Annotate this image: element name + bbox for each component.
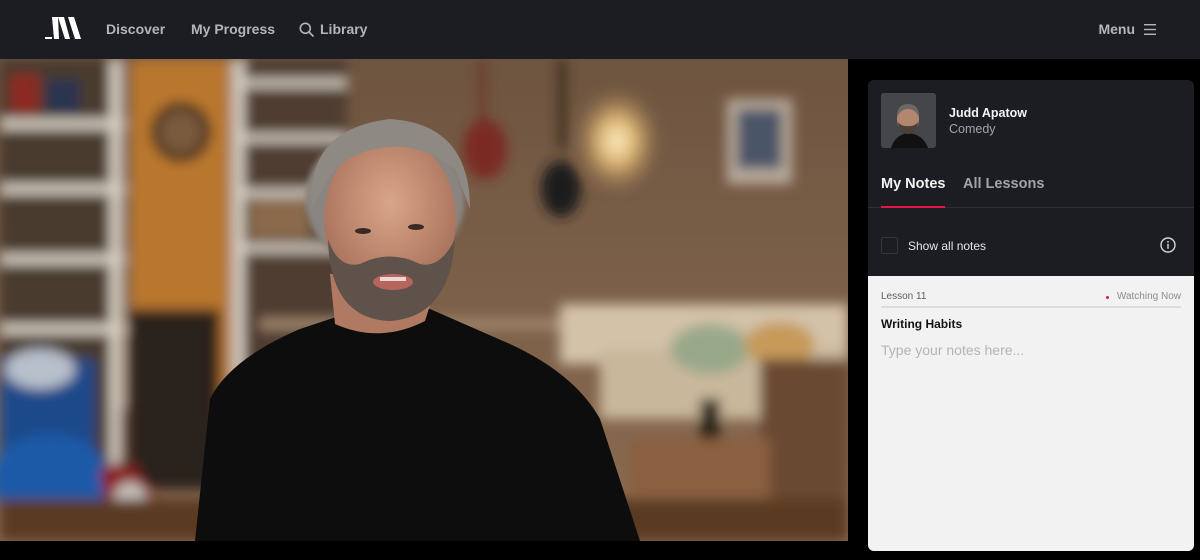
- lesson-number: Lesson 11: [881, 291, 927, 302]
- nav-library-link[interactable]: Library: [299, 0, 367, 59]
- info-icon[interactable]: [1160, 237, 1176, 253]
- tab-my-notes[interactable]: My Notes: [881, 176, 946, 208]
- video-frame: [0, 59, 848, 541]
- nav-my-progress-link[interactable]: My Progress: [191, 0, 275, 59]
- status-dot-icon: [1105, 295, 1109, 299]
- instructor-card: Judd Apatow Comedy: [881, 93, 1027, 148]
- lesson-title: Writing Habits: [881, 317, 963, 331]
- instructor-avatar: [881, 93, 936, 148]
- watching-now-status: Watching Now: [1105, 291, 1181, 303]
- menu-button[interactable]: Menu: [1098, 0, 1156, 59]
- show-all-notes-label: Show all notes: [908, 238, 987, 253]
- masterclass-logo-icon[interactable]: [44, 17, 82, 39]
- nav-library-label: Library: [320, 21, 368, 37]
- nav-discover-link[interactable]: Discover: [106, 0, 165, 59]
- hamburger-icon: [1144, 24, 1156, 35]
- search-icon: [299, 22, 314, 37]
- tab-all-lessons[interactable]: All Lessons: [963, 176, 1044, 192]
- menu-label: Menu: [1098, 21, 1135, 37]
- watching-now-label: Watching Now: [1116, 291, 1181, 302]
- note-header: Lesson 11 Watching Now: [881, 291, 1181, 308]
- notes-panel: Judd Apatow Comedy My Notes All Lessons …: [868, 80, 1194, 551]
- instructor-name: Judd Apatow: [949, 105, 1028, 120]
- panel-tabs: My Notes All Lessons: [868, 166, 1194, 208]
- note-editor: Lesson 11 Watching Now Writing Habits: [868, 276, 1194, 551]
- notes-textarea[interactable]: [881, 342, 1181, 542]
- show-all-notes-checkbox[interactable]: [881, 237, 898, 254]
- show-all-notes-toggle[interactable]: Show all notes: [881, 237, 986, 254]
- instructor-category: Comedy: [949, 121, 996, 136]
- top-nav: Discover My Progress Library Menu: [0, 0, 1200, 59]
- video-player[interactable]: [0, 59, 848, 541]
